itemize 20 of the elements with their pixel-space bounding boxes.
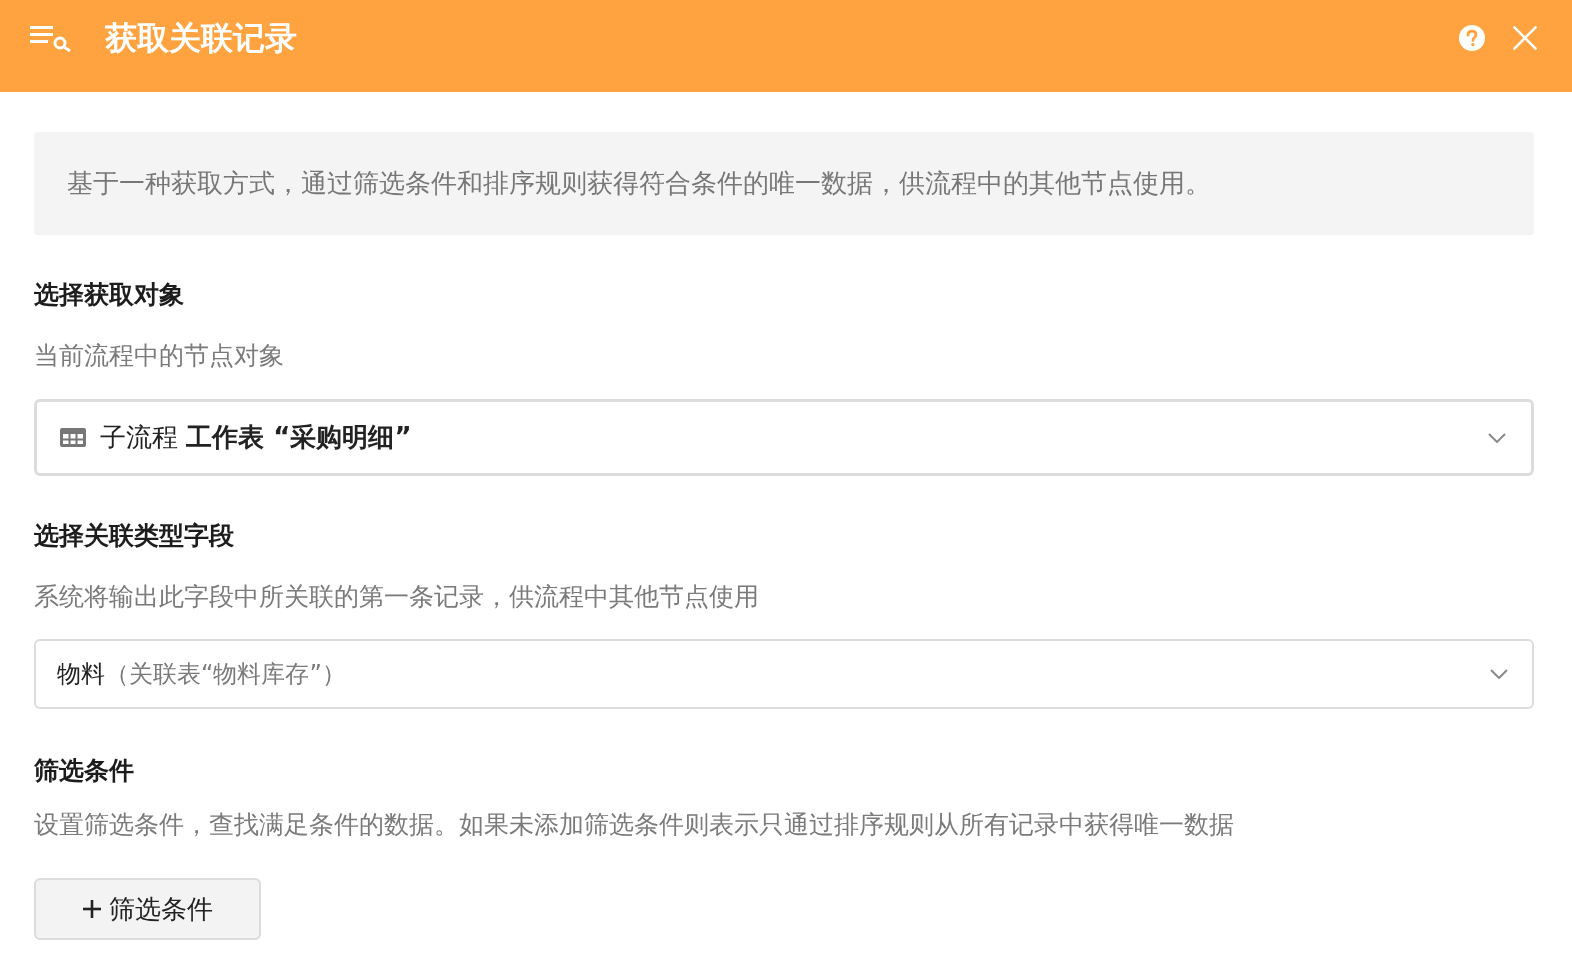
table-icon <box>60 428 86 447</box>
add-filter-button[interactable]: 筛选条件 <box>34 878 261 940</box>
section-title: 选择获取对象 <box>34 280 184 310</box>
chevron-down-icon <box>1488 432 1506 443</box>
field-select[interactable]: 物料（关联表“物料库存”） <box>34 639 1534 709</box>
info-text: 基于一种获取方式，通过筛选条件和排序规则获得符合条件的唯一数据，供流程中的其他节点使用。 <box>34 132 1534 235</box>
section-title: 选择关联类型字段 <box>34 521 234 551</box>
help-button[interactable] <box>1459 25 1485 51</box>
list-search-icon <box>30 26 72 52</box>
close-button[interactable] <box>1513 26 1537 50</box>
object-select[interactable]: 子流程 工作表 “采购明细” <box>34 399 1534 476</box>
section-description: 系统将输出此字段中所关联的第一条记录，供流程中其他节点使用 <box>34 582 759 612</box>
plus-icon <box>82 900 101 918</box>
chevron-down-icon <box>1490 669 1508 679</box>
section-description: 设置筛选条件，查找满足条件的数据。如果未添加筛选条件则表示只通过排序规则从所有记录中获得唯一数据 <box>34 810 1234 840</box>
section-description: 当前流程中的节点对象 <box>34 341 284 371</box>
help-icon <box>1459 25 1485 51</box>
section-title: 筛选条件 <box>34 756 134 786</box>
close-icon <box>1513 26 1537 50</box>
window-title: 获取关联记录 <box>105 18 297 58</box>
